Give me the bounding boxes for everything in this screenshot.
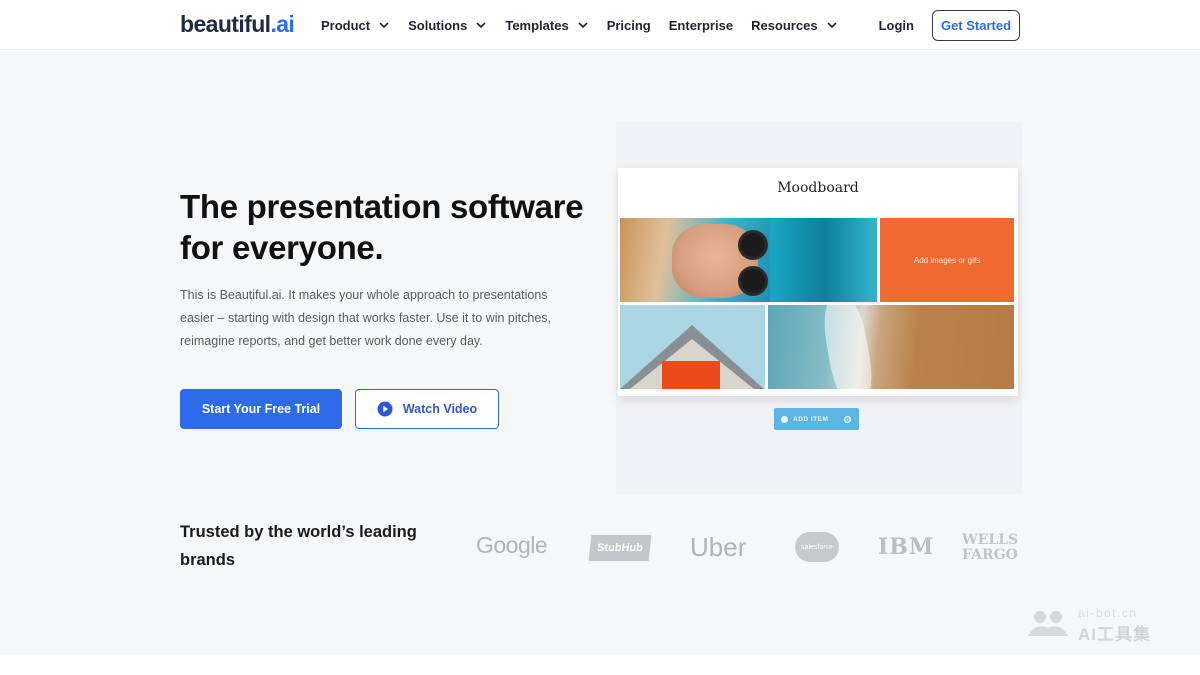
add-item-left: ADD ITEM	[781, 415, 829, 423]
nav-item-pricing[interactable]: Pricing	[607, 18, 651, 33]
play-circle-icon	[377, 401, 393, 417]
watermark-logo-icon	[1028, 611, 1068, 636]
sunglasses-lens	[738, 266, 768, 296]
brand-logo-wells-fargo: WELLS FARGO	[962, 533, 1024, 563]
nav-item-solutions[interactable]: Solutions	[408, 18, 487, 33]
watermark-url: ai-bot.cn	[1078, 606, 1138, 620]
chevron-down-icon	[476, 22, 486, 29]
brand-logo-salesforce: salesforce	[795, 532, 839, 562]
sunglasses-lens	[738, 230, 768, 260]
gear-icon[interactable]	[843, 415, 852, 424]
login-link[interactable]: Login	[879, 18, 914, 33]
brand-logo-stubhub: StubHub	[588, 535, 652, 561]
moodboard-slide: Moodboard Add images or gifs	[618, 168, 1018, 396]
brand-logo-ibm: IBM	[878, 534, 935, 560]
get-started-button[interactable]: Get Started	[932, 10, 1020, 41]
watch-video-label: Watch Video	[402, 402, 478, 416]
start-free-trial-button[interactable]: Start Your Free Trial	[180, 389, 342, 429]
logo[interactable]: beautiful.ai	[180, 11, 295, 38]
logo-suffix: .ai	[270, 11, 295, 37]
chevron-down-icon	[826, 22, 837, 29]
brand-logo-wells-fargo-text: WELLS FARGO	[962, 532, 1019, 563]
nav-item-label: Solutions	[408, 17, 468, 33]
chevron-down-icon	[379, 22, 389, 29]
nav-item-templates[interactable]: Templates	[505, 18, 588, 33]
slide-title: Moodboard	[777, 180, 859, 196]
nav-menu: Product Solutions Templates Pricing Ente…	[321, 0, 856, 50]
watermark-text: AI工具集	[1078, 625, 1151, 644]
chevron-down-icon	[578, 22, 588, 29]
hero-title: The presentation software for everyone.	[180, 188, 584, 266]
foam-shape	[818, 305, 878, 389]
hair-shape	[770, 218, 877, 302]
top-navigation: beautiful.ai Product Solutions Templates…	[0, 0, 1200, 50]
nav-item-label: Pricing	[606, 17, 651, 33]
nav-item-enterprise[interactable]: Enterprise	[669, 18, 733, 33]
nav-item-label: Product	[321, 17, 371, 33]
nav-item-label: Enterprise	[668, 17, 734, 33]
beach-image	[768, 305, 1014, 389]
trusted-heading: Trusted by the world’s leading brands	[180, 523, 417, 569]
hero-description: This is Beautiful.ai. It makes your whol…	[180, 288, 552, 348]
portrait-image	[620, 218, 877, 302]
door-shape	[662, 361, 720, 389]
watch-video-button[interactable]: Watch Video	[355, 389, 499, 429]
nav-item-label: Templates	[505, 17, 569, 33]
plus-icon	[781, 415, 788, 423]
house-image	[620, 305, 765, 389]
logo-main: beautiful	[180, 11, 271, 37]
add-item-button[interactable]: ADD ITEM	[774, 408, 859, 430]
add-item-label: ADD ITEM	[793, 415, 829, 423]
nav-item-product[interactable]: Product	[321, 18, 390, 33]
brand-logo-google: Google	[476, 532, 548, 558]
add-images-placeholder: Add images or gifs	[880, 218, 1014, 302]
page-bottom-strip	[0, 655, 1200, 675]
nav-item-label: Resources	[751, 17, 818, 33]
nav-actions: Login Get Started	[879, 10, 1020, 41]
brand-logo-uber: Uber	[690, 532, 747, 562]
watermark: ai-bot.cn AI工具集	[1026, 606, 1176, 644]
nav-item-resources[interactable]: Resources	[751, 18, 837, 33]
